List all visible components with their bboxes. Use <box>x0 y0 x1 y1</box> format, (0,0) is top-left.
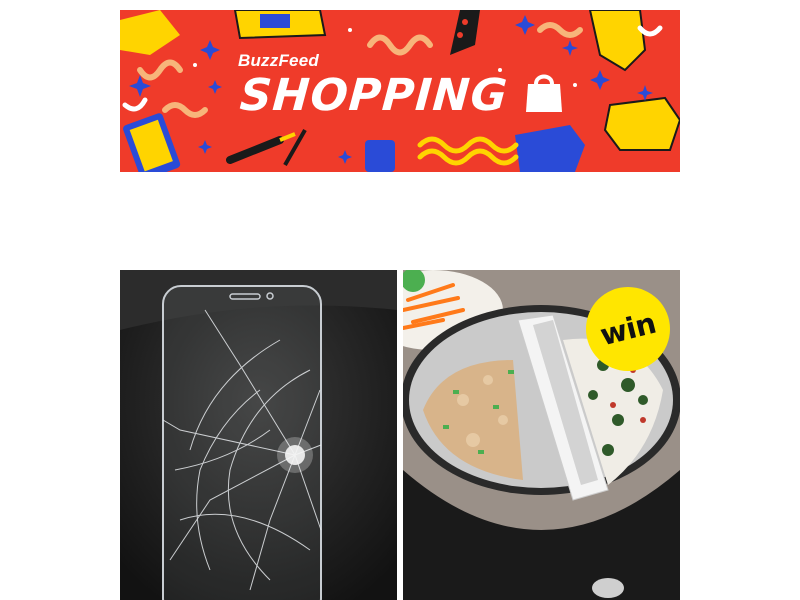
slow-cooker-liner-image[interactable]: win <box>403 270 680 600</box>
shopping-title: SHOPPING <box>238 70 510 121</box>
buzzfeed-logo: BuzzFeed <box>238 51 319 70</box>
shopping-bag-icon <box>526 74 562 112</box>
win-badge-label: win <box>596 305 660 353</box>
cracked-screen-protector-image[interactable] <box>120 270 397 600</box>
buzzfeed-shopping-banner[interactable]: BuzzFeed SHOPPING <box>120 10 680 172</box>
screen-protector-photo <box>120 270 397 600</box>
win-badge: win <box>586 287 670 371</box>
